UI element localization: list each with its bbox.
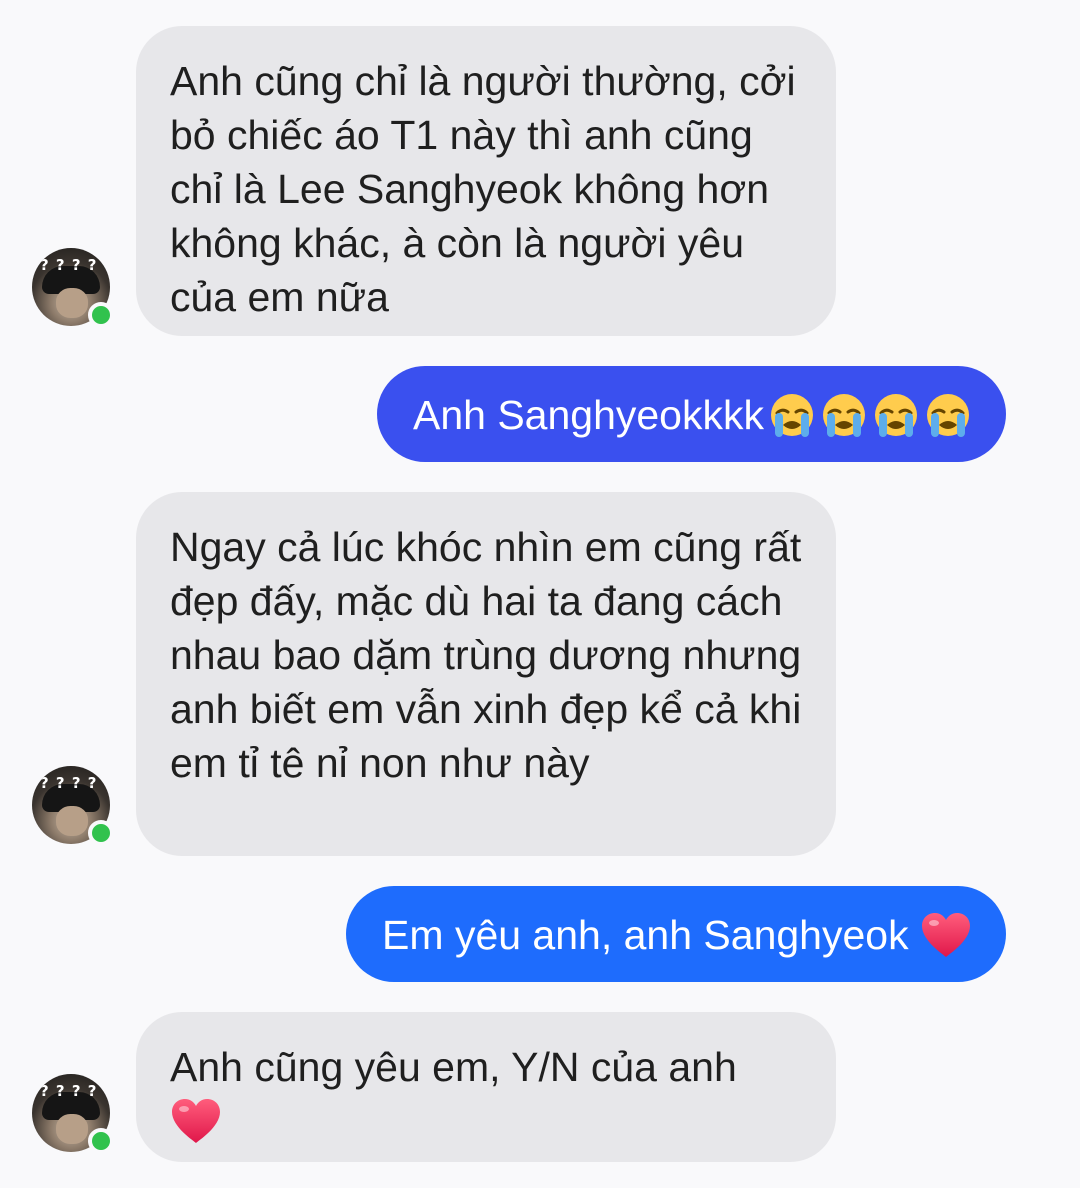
contact-avatar[interactable]: ? ? ? ? xyxy=(32,1074,114,1154)
red-heart-icon xyxy=(170,1097,222,1145)
incoming-message-bubble[interactable]: Anh cũng yêu em, Y/N của anh xyxy=(136,1012,836,1162)
chat-screen: { "colors": { "background": "#f9f9fb", "… xyxy=(0,0,1080,1188)
red-heart-icon xyxy=(920,911,972,959)
loudly-crying-face-icon xyxy=(924,391,972,439)
incoming-message-bubble[interactable]: Anh cũng chỉ là người thường, cởi bỏ chi… xyxy=(136,26,836,336)
avatar-overlay-text: ? ? ? ? xyxy=(40,774,98,792)
contact-avatar[interactable]: ? ? ? ? xyxy=(32,248,114,328)
incoming-message-bubble[interactable]: Ngay cả lúc khóc nhìn em cũng rất đẹp đấ… xyxy=(136,492,836,856)
message-text: Ngay cả lúc khóc nhìn em cũng rất đẹp đấ… xyxy=(170,524,802,786)
loudly-crying-face-icon xyxy=(768,391,816,439)
message-text: Anh cũng yêu em, Y/N của anh xyxy=(170,1044,737,1090)
loudly-crying-face-icon xyxy=(872,391,920,439)
avatar-overlay-text: ? ? ? ? xyxy=(40,1082,98,1100)
outgoing-message-bubble[interactable]: Em yêu anh, anh Sanghyeok xyxy=(346,886,1006,982)
contact-avatar[interactable]: ? ? ? ? xyxy=(32,766,114,846)
online-status-icon xyxy=(88,1128,114,1154)
online-status-icon xyxy=(88,820,114,846)
online-status-icon xyxy=(88,302,114,328)
message-text: Em yêu anh, anh Sanghyeok xyxy=(382,912,909,958)
message-text: Anh cũng chỉ là người thường, cởi bỏ chi… xyxy=(170,58,796,320)
message-text: Anh Sanghyeokkkk xyxy=(412,392,764,438)
outgoing-message-bubble[interactable]: Anh Sanghyeokkkk xyxy=(376,366,1006,462)
loudly-crying-face-icon xyxy=(820,391,868,439)
avatar-overlay-text: ? ? ? ? xyxy=(40,256,98,274)
